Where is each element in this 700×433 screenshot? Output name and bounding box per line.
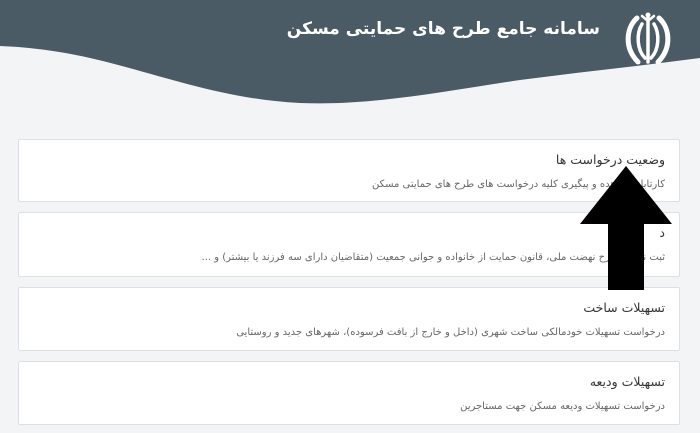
- iran-emblem-icon: [625, 12, 671, 65]
- site-header: سامانه جامع طرح های حمایتی مسکن: [0, 0, 700, 110]
- up-arrow-icon: [580, 166, 672, 290]
- card-title: وضعیت درخواست ها: [555, 152, 665, 167]
- card-description: درخواست تسهیلات خودمالکی ساخت شهری (داخل…: [236, 327, 665, 338]
- card-title: تسهیلات ساخت: [583, 300, 665, 315]
- card-description: درخواست تسهیلات ودیعه مسکن جهت مستاجرین: [460, 401, 665, 412]
- card-construction-loan[interactable]: تسهیلات ساخت درخواست تسهیلات خودمالکی سا…: [18, 287, 680, 351]
- header-wave-background: [0, 0, 700, 104]
- card-deposit-loan[interactable]: تسهیلات ودیعه درخواست تسهیلات ودیعه مسکن…: [18, 361, 680, 425]
- card-title: تسهیلات ودیعه: [589, 374, 665, 389]
- site-title: سامانه جامع طرح های حمایتی مسکن: [286, 19, 600, 39]
